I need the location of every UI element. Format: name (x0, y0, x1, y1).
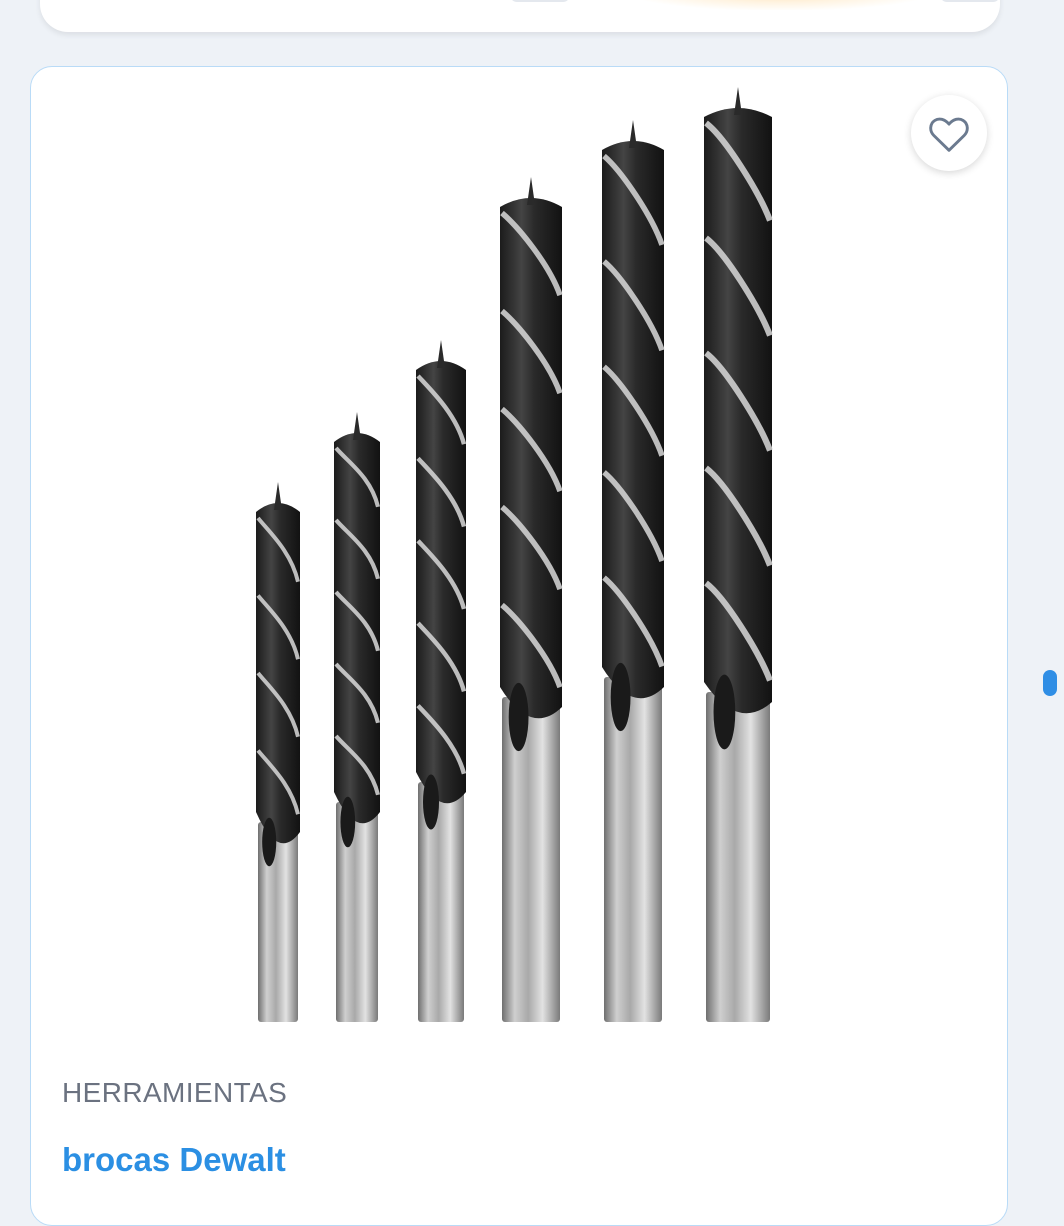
top-bar-button-right[interactable] (940, 0, 1000, 2)
drill-bit (500, 177, 563, 1022)
drill-bit (334, 412, 381, 1022)
drill-bit (704, 87, 773, 1022)
scroll-indicator[interactable] (1043, 670, 1057, 696)
drill-bits-image (256, 87, 773, 1022)
top-bar-highlight (630, 0, 930, 10)
drill-bit (602, 120, 665, 1022)
top-search-bar[interactable] (40, 0, 1000, 32)
heart-outline-icon (929, 117, 969, 152)
drill-bit (256, 482, 300, 1022)
top-bar-button-left[interactable] (510, 0, 570, 2)
drill-bit (416, 340, 467, 1022)
product-card[interactable]: HERRAMIENTAS brocas Dewalt (30, 66, 1008, 1226)
product-category: HERRAMIENTAS (62, 1077, 288, 1108)
favorite-button[interactable] (911, 95, 987, 171)
product-title[interactable]: brocas Dewalt (62, 1141, 286, 1179)
